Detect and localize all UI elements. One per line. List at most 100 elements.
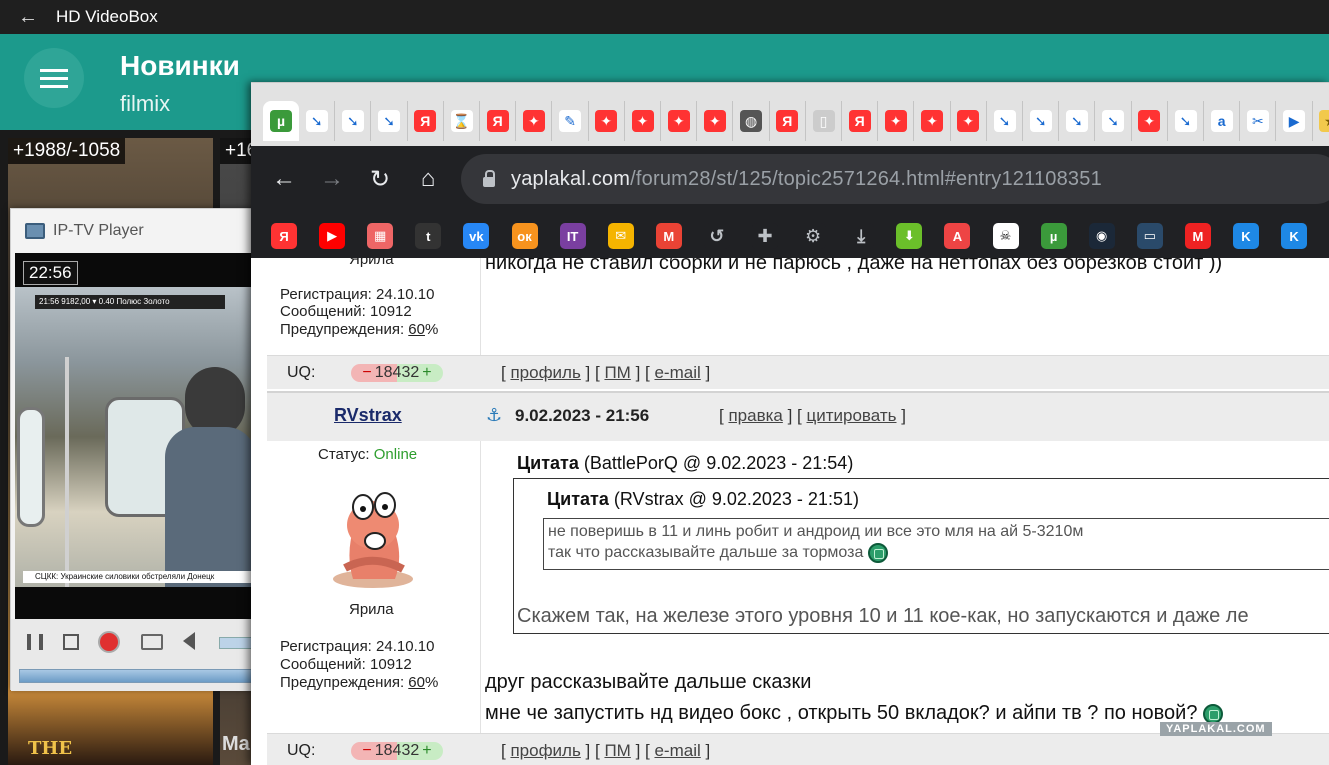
browser-tab[interactable]: ✦ bbox=[625, 101, 661, 141]
smiley-icon bbox=[867, 543, 888, 563]
back-icon[interactable]: ← bbox=[265, 160, 303, 198]
metro-icon[interactable]: M bbox=[1184, 223, 1211, 249]
browser-tab[interactable]: Я bbox=[770, 101, 806, 141]
utorrent-icon[interactable]: µ bbox=[1040, 223, 1067, 249]
pole bbox=[65, 357, 69, 587]
browser-tab[interactable]: ▶ bbox=[1277, 101, 1313, 141]
email-link[interactable]: e-mail bbox=[654, 363, 700, 382]
yandex-zen-icon: ✦ bbox=[884, 110, 907, 132]
odnoklassniki-icon[interactable]: ок bbox=[511, 223, 538, 249]
yandex-icon[interactable]: Я bbox=[271, 223, 297, 249]
yandex-zen-icon: ✦ bbox=[522, 110, 545, 132]
browser-tab[interactable]: ➘ bbox=[335, 101, 372, 141]
browser-tab[interactable]: ✦ bbox=[589, 101, 625, 141]
youtube-icon[interactable]: ▶ bbox=[319, 223, 346, 249]
edit-link[interactable]: правка bbox=[728, 406, 782, 425]
kinopoisk-icon[interactable]: K bbox=[1233, 223, 1259, 249]
browser-tab[interactable]: ➘ bbox=[299, 101, 336, 141]
browser-tab[interactable]: a bbox=[1204, 101, 1241, 141]
reload-icon[interactable]: ↻ bbox=[361, 160, 399, 198]
browser-tab[interactable]: ★ bbox=[1313, 101, 1329, 141]
monitor-icon[interactable]: ▭ bbox=[1136, 223, 1163, 249]
avatar[interactable] bbox=[325, 483, 423, 591]
browser-tab[interactable]: Я bbox=[842, 101, 879, 141]
yandex-icon: Я bbox=[776, 110, 799, 132]
browser-tab[interactable]: ✎ bbox=[553, 101, 589, 141]
uq-minus-button[interactable]: − bbox=[362, 364, 371, 382]
stop-icon[interactable] bbox=[63, 634, 79, 650]
vk-icon[interactable]: vk bbox=[463, 223, 490, 249]
browser-tab[interactable]: Я bbox=[408, 101, 444, 141]
skull-icon[interactable]: ☠ bbox=[992, 223, 1019, 249]
url-text[interactable]: yaplakal.com/forum28/st/125/topic2571264… bbox=[511, 168, 1102, 191]
browser-tab[interactable]: ✦ bbox=[697, 101, 734, 141]
browser-tab[interactable]: ➘ bbox=[1059, 101, 1096, 141]
gear-icon[interactable]: ⚙ bbox=[800, 223, 827, 249]
anchor-icon[interactable]: ⚓ bbox=[486, 405, 502, 426]
browser-tab[interactable]: ➘ bbox=[987, 101, 1023, 141]
iptv-title: IP-TV Player bbox=[53, 222, 144, 239]
browser-tab[interactable]: ✦ bbox=[661, 101, 698, 141]
calculator-icon[interactable]: ▦ bbox=[367, 223, 394, 249]
author-link[interactable]: RVstrax bbox=[334, 405, 402, 426]
uq-minus-button[interactable]: − bbox=[362, 742, 371, 760]
warn-link[interactable]: 60 bbox=[408, 674, 425, 691]
kinopoisk-icon[interactable]: K bbox=[1281, 223, 1308, 249]
amazon-icon: a bbox=[1210, 110, 1233, 132]
volume-icon[interactable] bbox=[183, 632, 195, 650]
seek-bar[interactable] bbox=[19, 669, 256, 683]
uq-plus-button[interactable]: + bbox=[422, 742, 431, 760]
browser-tab[interactable]: ✂ bbox=[1240, 101, 1277, 141]
pause-icon[interactable] bbox=[27, 634, 43, 650]
profile-link[interactable]: профиль bbox=[510, 363, 580, 382]
email-link[interactable]: e-mail bbox=[654, 741, 700, 760]
record-icon[interactable] bbox=[98, 631, 120, 653]
gmail-icon[interactable]: M bbox=[655, 223, 682, 249]
translate-icon[interactable]: A bbox=[944, 223, 971, 249]
forward-icon[interactable]: → bbox=[313, 160, 351, 198]
nested-quote-block: не поверишь в 11 и линь робит и андроид … bbox=[543, 518, 1329, 570]
quote-link[interactable]: цитировать bbox=[807, 406, 897, 425]
warn-link[interactable]: 60 bbox=[408, 321, 425, 338]
uq-rating: −18432 + bbox=[351, 364, 443, 382]
browser-tab[interactable]: ➘ bbox=[1023, 101, 1060, 141]
hamburger-menu-icon[interactable] bbox=[24, 48, 84, 108]
tumblr-icon[interactable]: t bbox=[415, 223, 442, 249]
person-body bbox=[165, 427, 256, 587]
back-arrow-icon[interactable]: ← bbox=[0, 6, 56, 29]
folder-icon[interactable] bbox=[141, 634, 163, 650]
browser-tab[interactable]: Я bbox=[480, 101, 517, 141]
green-arrow-icon[interactable]: ⬇ bbox=[896, 223, 923, 249]
browser-tab[interactable]: ✦ bbox=[915, 101, 951, 141]
browser-tab[interactable]: ✦ bbox=[516, 101, 553, 141]
quote-header: Цитата (BattlePorQ @ 9.02.2023 - 21:54) bbox=[517, 453, 854, 473]
browser-tab[interactable]: ✦ bbox=[1132, 101, 1168, 141]
mail-icon[interactable]: ✉ bbox=[607, 223, 634, 249]
browser-tab[interactable]: ✦ bbox=[878, 101, 915, 141]
video-area[interactable]: 22:56 21:56 9182,00 ▾ 0.40 Полюс Золото … bbox=[15, 253, 256, 619]
nested-quote-line: так что рассказывайте дальше за тормоза bbox=[548, 543, 888, 563]
browser-tab[interactable]: ➘ bbox=[372, 101, 408, 141]
globe-icon: ◍ bbox=[740, 110, 763, 132]
history-icon[interactable]: ↺ bbox=[703, 223, 730, 249]
yaplakal-arrow-icon: ➘ bbox=[993, 110, 1016, 132]
steam-icon[interactable]: ◉ bbox=[1088, 223, 1115, 249]
pm-link[interactable]: ПМ bbox=[604, 363, 630, 382]
puzzle-icon[interactable]: ✚ bbox=[752, 223, 778, 249]
download-icon[interactable]: ⤓ bbox=[848, 223, 875, 249]
profile-link[interactable]: профиль bbox=[510, 741, 580, 760]
yaplakal-arrow-icon: ➘ bbox=[305, 110, 328, 132]
it-icon[interactable]: IT bbox=[559, 223, 586, 249]
browser-tab[interactable]: ⌛ bbox=[444, 101, 480, 141]
address-bar[interactable]: yaplakal.com/forum28/st/125/topic2571264… bbox=[461, 154, 1329, 204]
browser-tab[interactable]: ✦ bbox=[951, 101, 987, 141]
browser-tab[interactable]: ➘ bbox=[1096, 101, 1132, 141]
home-icon[interactable]: ⌂ bbox=[409, 160, 447, 198]
post-actions: [ правка ] [ цитировать ] bbox=[719, 406, 906, 425]
browser-tab[interactable]: ▯ bbox=[806, 101, 842, 141]
pm-link[interactable]: ПМ bbox=[604, 741, 630, 760]
browser-tab[interactable]: µ bbox=[263, 101, 299, 141]
browser-tab[interactable]: ➘ bbox=[1168, 101, 1204, 141]
browser-tab[interactable]: ◍ bbox=[734, 101, 770, 141]
uq-plus-button[interactable]: + bbox=[422, 364, 431, 382]
